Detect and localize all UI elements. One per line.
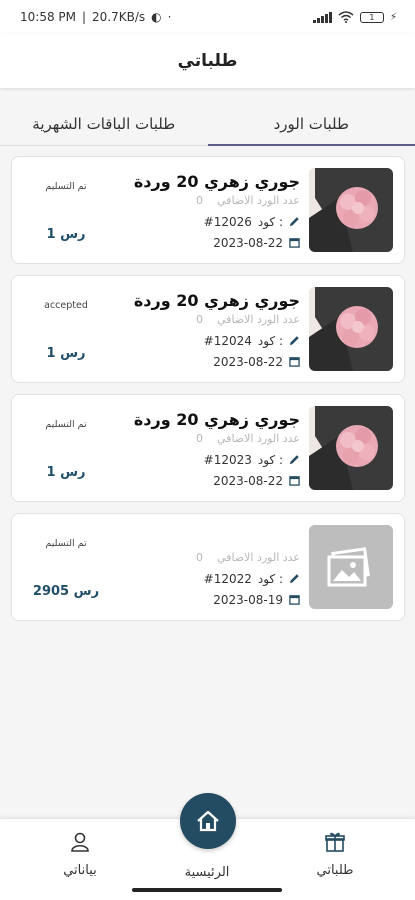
order-card[interactable]: عدد الورد الاضافي 0 كود : #12022 2023-08-1… (11, 513, 405, 621)
charging-icon: ⚡ (389, 11, 397, 23)
order-info: عدد الورد الاضافي 0 كود : #12022 2023-08-1… (110, 529, 300, 608)
order-date: 2023-08-22 (213, 354, 283, 369)
extra-flowers-label: عدد الورد الاضافي (217, 194, 300, 207)
order-side: تم التسليم 1 رس (26, 419, 106, 489)
order-date: 2023-08-22 (213, 473, 283, 488)
nav-my-profile[interactable]: بياناتي (35, 831, 125, 878)
pencil-icon (289, 574, 299, 584)
order-code: #12024 (203, 333, 252, 348)
order-status: تم التسليم (45, 181, 87, 192)
code-row: كود : #12024 (110, 332, 300, 349)
order-price: 1 رس (46, 227, 86, 242)
order-side: accepted 1 رس (26, 300, 106, 370)
calendar-icon (289, 357, 300, 367)
order-date: 2023-08-22 (213, 235, 283, 250)
order-info: جوري زهري 20 وردة عدد الورد الاضافي 0 كود… (110, 410, 300, 489)
product-name: جوري زهري 20 وردة (133, 410, 300, 429)
extra-flowers: عدد الورد الاضافي 0 (110, 313, 300, 328)
cell-signal-icon (313, 11, 332, 23)
order-code: #12023 (203, 452, 252, 467)
battery-icon: 1 (359, 11, 384, 23)
date-row: 2023-08-22 (110, 234, 300, 251)
order-code: #12022 (203, 571, 252, 586)
extra-flowers-count: 0 (196, 551, 204, 564)
nav-my-orders-label: طلباتي (316, 863, 354, 878)
data-saver-icon: ◐ (151, 10, 162, 24)
order-status: accepted (44, 300, 88, 311)
status-divider: | (82, 10, 87, 24)
calendar-icon (289, 595, 300, 605)
home-button[interactable] (180, 793, 236, 849)
wifi-icon (338, 11, 354, 23)
code-label: كود : (257, 452, 283, 467)
status-bar: 10:58 PM | 20.7KB/s ◐ · 1 ⚡ (0, 0, 415, 34)
nav-home-label-wrap[interactable]: الرئيسية (162, 859, 252, 880)
code-row: كود : #12026 (110, 213, 300, 230)
extra-flowers-count: 0 (196, 432, 204, 445)
extra-flowers-label: عدد الورد الاضافي (217, 313, 300, 326)
app-header: طلباتي (0, 34, 415, 88)
code-label: كود : (257, 571, 283, 586)
order-side: تم التسليم 1 رس (26, 181, 106, 251)
user-icon (71, 832, 89, 852)
order-price: 2905 رس (32, 584, 100, 599)
code-row: كود : #12022 (110, 570, 300, 587)
nav-my-profile-label: بياناتي (63, 863, 97, 878)
order-code: #12026 (203, 214, 252, 229)
bouquet-image (309, 287, 393, 371)
product-name: جوري زهري 20 وردة (133, 172, 300, 191)
date-row: 2023-08-19 (110, 591, 300, 608)
pencil-icon (289, 455, 299, 465)
nav-my-orders[interactable]: طلباتي (290, 831, 380, 878)
nav-home-label: الرئيسية (184, 865, 230, 880)
image-placeholder (309, 525, 393, 609)
tab-monthly-package-orders[interactable]: طلبات الباقات الشهرية (0, 103, 208, 145)
order-date: 2023-08-19 (213, 592, 283, 607)
page-title: طلباتي (177, 51, 238, 71)
product-name (110, 529, 300, 549)
code-label: كود : (257, 333, 283, 348)
extra-flowers: عدد الورد الاضافي 0 (110, 432, 300, 447)
home-icon (197, 810, 219, 832)
code-row: كود : #12023 (110, 451, 300, 468)
order-status: تم التسليم (45, 419, 87, 430)
orders-tabs: طلبات الورد طلبات الباقات الشهرية (0, 103, 415, 146)
status-time: 10:58 PM (20, 10, 76, 24)
order-price: 1 رس (46, 465, 86, 480)
gift-icon (325, 832, 345, 852)
extra-flowers: عدد الورد الاضافي 0 (110, 551, 300, 566)
order-card[interactable]: جوري زهري 20 وردة عدد الورد الاضافي 0 كود… (11, 275, 405, 383)
network-speed: 20.7KB/s (92, 10, 146, 24)
extra-flowers-label: عدد الورد الاضافي (217, 551, 300, 564)
extra-flowers-label: عدد الورد الاضافي (217, 432, 300, 445)
extra-flowers: عدد الورد الاضافي 0 (110, 194, 300, 209)
order-price: 1 رس (46, 346, 86, 361)
date-row: 2023-08-22 (110, 472, 300, 489)
order-info: جوري زهري 20 وردة عدد الورد الاضافي 0 كود… (110, 291, 300, 370)
order-side: تم التسليم 2905 رس (26, 538, 106, 608)
product-name: جوري زهري 20 وردة (133, 291, 300, 310)
code-label: كود : (257, 214, 283, 229)
bouquet-image (309, 168, 393, 252)
order-status: تم التسليم (45, 538, 87, 549)
status-left: 10:58 PM | 20.7KB/s ◐ · (20, 10, 171, 24)
extra-flowers-count: 0 (196, 194, 204, 207)
date-row: 2023-08-22 (110, 353, 300, 370)
order-info: جوري زهري 20 وردة عدد الورد الاضافي 0 كود… (110, 172, 300, 251)
pencil-icon (289, 336, 299, 346)
status-right: 1 ⚡ (313, 11, 397, 23)
extra-flowers-count: 0 (196, 313, 204, 326)
calendar-icon (289, 238, 300, 248)
battery-level: 1 (369, 12, 375, 22)
gesture-home-bar[interactable] (132, 888, 282, 892)
order-card[interactable]: جوري زهري 20 وردة عدد الورد الاضافي 0 كود… (11, 156, 405, 264)
calendar-icon (289, 476, 300, 486)
bouquet-image (309, 406, 393, 490)
notification-dot-icon: · (167, 10, 172, 24)
pencil-icon (289, 217, 299, 227)
orders-list: جوري زهري 20 وردة عدد الورد الاضافي 0 كود… (11, 156, 405, 632)
tab-flower-orders[interactable]: طلبات الورد (207, 103, 415, 146)
order-card[interactable]: جوري زهري 20 وردة عدد الورد الاضافي 0 كود… (11, 394, 405, 502)
